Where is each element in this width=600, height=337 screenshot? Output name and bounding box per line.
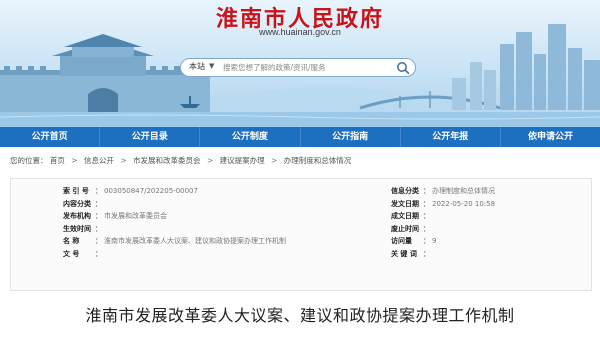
- search-scope-select[interactable]: 本站: [189, 61, 205, 72]
- info-label: 内容分类: [63, 199, 91, 208]
- info-column-right: 信息分类：办理制度和总体情况 发文日期： 2022-05-20 10:58 成文日…: [391, 185, 495, 261]
- breadcrumb-separator: >: [71, 156, 78, 165]
- info-row-expiry-time: 废止时间：: [391, 223, 495, 236]
- breadcrumb-item-current[interactable]: 办理制度和总体情况: [284, 156, 352, 165]
- info-label: 信息分类: [391, 187, 419, 195]
- breadcrumb-item-home[interactable]: 首页: [50, 156, 65, 165]
- info-label: 成文日期: [391, 212, 419, 221]
- info-row-doc-number: 文 号：: [63, 248, 286, 261]
- document-info-panel: 索 引 号： 003050847/202205-00007 内容分类： 发布机构：…: [10, 178, 592, 291]
- info-column-left: 索 引 号： 003050847/202205-00007 内容分类： 发布机构：…: [63, 185, 286, 261]
- breadcrumb-item-proposals[interactable]: 建议提案办理: [220, 156, 265, 165]
- search-box: 本站 ▼: [180, 58, 416, 77]
- visit-count: 9: [432, 237, 437, 246]
- info-label: 索 引 号: [63, 187, 89, 195]
- info-row-written-date: 成文日期：: [391, 210, 495, 223]
- breadcrumb-separator: >: [120, 156, 127, 165]
- breadcrumb-separator: >: [271, 156, 278, 165]
- info-label: 发布机构: [63, 212, 91, 221]
- article-title: 淮南市发展改革委人大议案、建议和政协提案办理工作机制: [85, 306, 515, 325]
- breadcrumb: 您的位置： 首页 > 信息公开 > 市发展和改革委员会 > 建议提案办理 > 办…: [10, 155, 351, 166]
- search-icon[interactable]: [395, 60, 411, 75]
- breadcrumb-item-info-public[interactable]: 信息公开: [84, 156, 114, 165]
- info-value: 003050847/202205-00007: [104, 187, 198, 195]
- info-row-effective-time: 生效时间：: [63, 223, 286, 236]
- info-label: 生效时间: [63, 224, 91, 233]
- nav-item-directory[interactable]: 公开目录: [100, 127, 201, 147]
- info-row-publisher: 发布机构：市发展和改革委员会: [63, 210, 286, 223]
- info-value: 办理制度和总体情况: [432, 187, 495, 195]
- info-row-keywords: 关 键 词：: [391, 248, 495, 261]
- info-row-name: 名 称：淮南市发展改革委人大议案、建议和政协提案办理工作机制: [63, 235, 286, 248]
- caret-down-icon[interactable]: ▼: [209, 62, 214, 70]
- info-label: 废止时间: [391, 224, 419, 233]
- breadcrumb-separator: >: [206, 156, 214, 165]
- breadcrumb-prefix: 您的位置：: [10, 156, 48, 165]
- info-row-visits: 访问量： 9: [391, 235, 495, 248]
- info-label: 文 号: [63, 249, 80, 258]
- info-label: 访问量: [391, 237, 412, 246]
- breadcrumb-item-department[interactable]: 市发展和改革委员会: [133, 156, 201, 165]
- nav-item-annual-report[interactable]: 公开年报: [401, 127, 501, 147]
- nav-item-guide[interactable]: 公开指南: [301, 127, 401, 147]
- info-value: 2022-05-20 10:58: [432, 199, 496, 208]
- info-row-issue-date: 发文日期： 2022-05-20 10:58: [391, 198, 495, 211]
- header-banner: 淮南市人民政府 www.huainan.gov.cn 本站 ▼: [0, 0, 600, 127]
- search-input[interactable]: [223, 60, 383, 74]
- site-url: www.huainan.gov.cn: [259, 27, 341, 37]
- info-label: 关 键 词: [391, 249, 417, 258]
- info-value: 淮南市发展改革委人大议案、建议和政协提案办理工作机制: [104, 237, 286, 246]
- info-value: 市发展和改革委员会: [104, 212, 167, 221]
- info-label: 发文日期: [391, 199, 419, 208]
- nav-item-home[interactable]: 公开首页: [0, 127, 101, 147]
- nav-item-system[interactable]: 公开制度: [200, 127, 301, 147]
- info-label: 名 称: [63, 237, 80, 246]
- info-row-info-category: 信息分类：办理制度和总体情况: [391, 185, 495, 198]
- nav-item-apply[interactable]: 依申请公开: [501, 127, 600, 147]
- main-nav: 公开首页 公开目录 公开制度 公开指南 公开年报 依申请公开: [0, 127, 600, 147]
- info-row-index: 索 引 号： 003050847/202205-00007: [63, 185, 286, 198]
- info-row-category: 内容分类：: [63, 198, 286, 211]
